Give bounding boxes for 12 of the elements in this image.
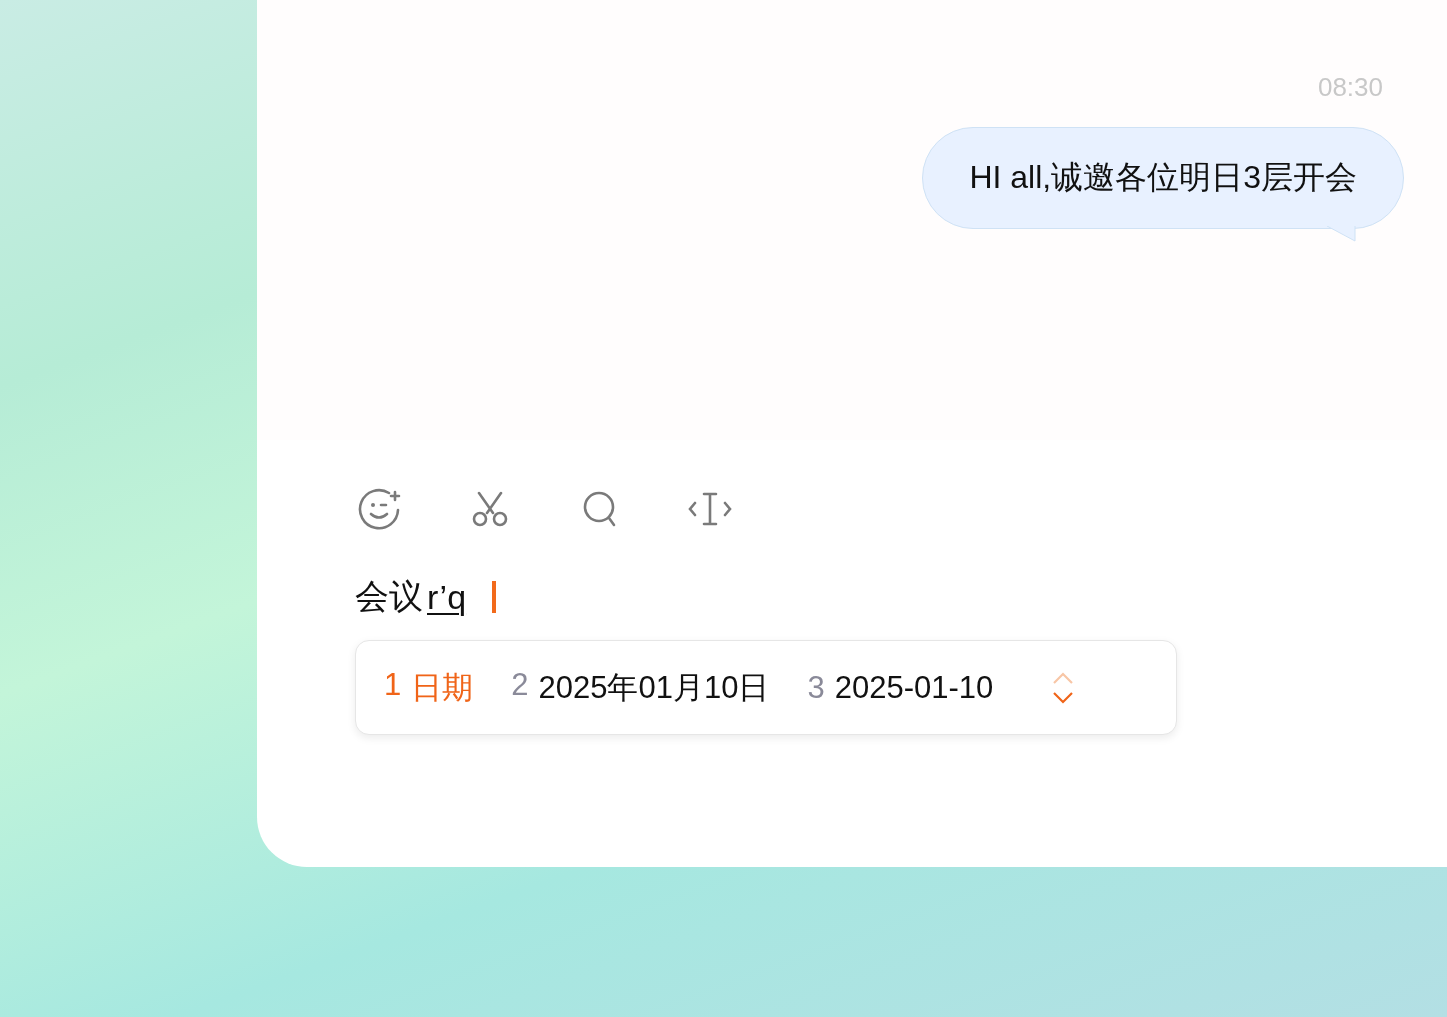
text-cursor-icon [688,492,732,526]
scissors-icon [471,491,509,527]
message-input[interactable]: 会议 r’q [257,534,1447,620]
bubble-tail [1327,226,1357,242]
smiley-icon [358,488,402,530]
text-caret [492,581,497,613]
chevron-down-icon [1052,691,1075,704]
chevron-up-icon [1052,671,1075,684]
candidate-item[interactable]: 3 2025-01-10 [807,669,994,706]
candidate-item[interactable]: 2 2025年01月10日 [511,666,770,709]
page-down-button[interactable] [1051,689,1076,706]
search-icon [583,491,617,527]
